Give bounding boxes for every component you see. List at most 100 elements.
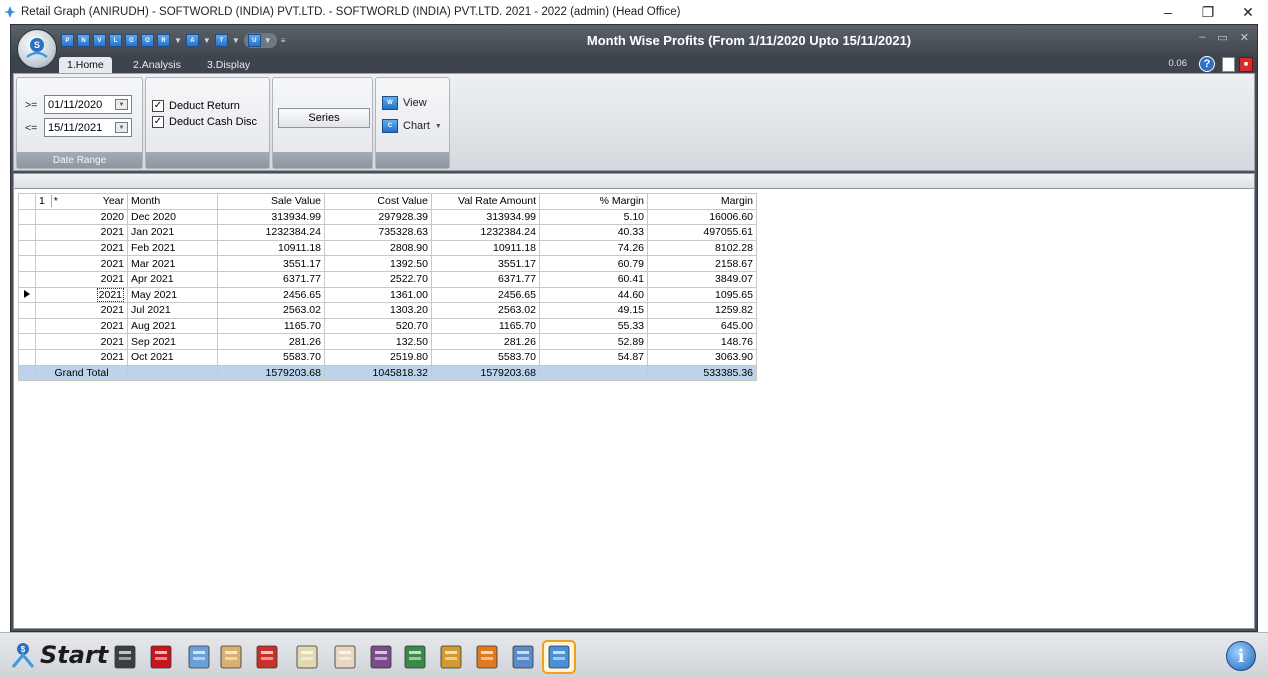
table-row[interactable]: 2020 Dec 2020 313934.99 297928.39 313934.99 5… bbox=[18, 208, 757, 226]
cell-margin[interactable]: 3849.07 bbox=[647, 270, 757, 288]
cell-pct-margin[interactable]: 54.87 bbox=[539, 348, 648, 366]
red-book-icon[interactable] bbox=[146, 642, 176, 672]
cell-val-rate-amount[interactable]: 2456.65 bbox=[431, 286, 540, 304]
cell-year[interactable]: 2021 bbox=[35, 333, 128, 350]
star-indicator[interactable]: * bbox=[50, 195, 58, 208]
pdf-icon[interactable]: ■ bbox=[1239, 57, 1253, 72]
row-selector[interactable] bbox=[18, 270, 36, 288]
cell-sale-value[interactable]: 6371.77 bbox=[217, 270, 325, 288]
column-header-sale-value[interactable]: Sale Value bbox=[217, 193, 325, 210]
tab-analysis[interactable]: 2.Analysis bbox=[125, 57, 189, 73]
cell-year[interactable]: 2021 bbox=[35, 224, 128, 241]
powerpoint-icon[interactable] bbox=[252, 642, 282, 672]
cell-sale-value[interactable]: 2456.65 bbox=[217, 286, 325, 304]
cell-val-rate-amount[interactable]: 313934.99 bbox=[431, 208, 540, 226]
form-close-icon[interactable]: ✕ bbox=[1240, 31, 1249, 44]
cell-year[interactable]: 2021 bbox=[35, 286, 128, 304]
cell-year[interactable]: 2021 bbox=[35, 239, 128, 257]
bottle-icon[interactable] bbox=[184, 642, 214, 672]
pe-document-icon[interactable] bbox=[330, 642, 360, 672]
row-selector[interactable] bbox=[18, 224, 36, 241]
table-row[interactable]: 2021 Oct 2021 5583.70 2519.80 5583.70 54.87 30… bbox=[18, 348, 757, 366]
cell-month[interactable]: Sep 2021 bbox=[127, 333, 218, 350]
row-selector[interactable] bbox=[18, 333, 36, 350]
cell-val-rate-amount[interactable]: 2563.02 bbox=[431, 302, 540, 319]
tools-icon[interactable] bbox=[366, 642, 396, 672]
column-header-month[interactable]: Month bbox=[127, 193, 218, 210]
from-date-picker[interactable]: 01/11/2020 ▼ bbox=[44, 95, 132, 114]
table-row[interactable]: 2021 Jan 2021 1232384.24 735328.63 1232384.2… bbox=[18, 224, 757, 241]
checkbox-checked-icon[interactable]: ✓ bbox=[152, 116, 164, 128]
cell-month[interactable]: Dec 2020 bbox=[127, 208, 218, 226]
cell-cost-value[interactable]: 1303.20 bbox=[324, 302, 432, 319]
cell-val-rate-amount[interactable]: 10911.18 bbox=[431, 239, 540, 257]
to-date-picker[interactable]: 15/11/2021 ▼ bbox=[44, 118, 132, 137]
cell-margin[interactable]: 3063.90 bbox=[647, 348, 757, 366]
cell-cost-value[interactable]: 132.50 bbox=[324, 333, 432, 350]
cell-month[interactable]: Mar 2021 bbox=[127, 255, 218, 272]
cell-cost-value[interactable]: 2522.70 bbox=[324, 270, 432, 288]
cheque-book-icon[interactable] bbox=[216, 642, 246, 672]
tab-display[interactable]: 3.Display bbox=[199, 57, 258, 73]
table-row[interactable]: 2021 Feb 2021 10911.18 2808.90 10911.18 74.26… bbox=[18, 239, 757, 257]
cell-margin[interactable]: 1095.65 bbox=[647, 286, 757, 304]
cell-pct-margin[interactable]: 49.15 bbox=[539, 302, 648, 319]
boxes-icon[interactable] bbox=[472, 642, 502, 672]
cell-cost-value[interactable]: 1392.50 bbox=[324, 255, 432, 272]
restore-icon[interactable]: ❐ bbox=[1188, 0, 1228, 24]
column-header-pct-margin[interactable]: % Margin bbox=[539, 193, 648, 210]
cell-year[interactable]: 2021 bbox=[35, 317, 128, 335]
column-header-margin[interactable]: Margin bbox=[647, 193, 757, 210]
cell-val-rate-amount[interactable]: 281.26 bbox=[431, 333, 540, 350]
document-icon[interactable] bbox=[1222, 57, 1235, 72]
cell-pct-margin[interactable]: 44.60 bbox=[539, 286, 648, 304]
cell-margin[interactable]: 497055.61 bbox=[647, 224, 757, 241]
tab-home[interactable]: 1.Home bbox=[59, 57, 112, 73]
cell-sale-value[interactable]: 2563.02 bbox=[217, 302, 325, 319]
table-row[interactable]: 2021 Apr 2021 6371.77 2522.70 6371.77 60.41 38… bbox=[18, 270, 757, 288]
form-maximize-icon[interactable]: ▭ bbox=[1217, 31, 1227, 44]
row-selector[interactable] bbox=[18, 317, 36, 335]
cell-year[interactable]: 2021 bbox=[35, 255, 128, 272]
cell-year[interactable]: 2021 bbox=[35, 302, 128, 319]
cell-month[interactable]: May 2021 bbox=[127, 286, 218, 304]
money-bag-icon[interactable] bbox=[436, 642, 466, 672]
cell-val-rate-amount[interactable]: 1232384.24 bbox=[431, 224, 540, 241]
cell-month[interactable]: Feb 2021 bbox=[127, 239, 218, 257]
info-icon[interactable]: i bbox=[1226, 641, 1256, 671]
cell-margin[interactable]: 2158.67 bbox=[647, 255, 757, 272]
cell-margin[interactable]: 148.76 bbox=[647, 333, 757, 350]
row-selector[interactable] bbox=[18, 208, 36, 226]
cell-sale-value[interactable]: 1165.70 bbox=[217, 317, 325, 335]
cell-sale-value[interactable]: 281.26 bbox=[217, 333, 325, 350]
cell-month[interactable]: Jan 2021 bbox=[127, 224, 218, 241]
re-document-icon[interactable] bbox=[292, 642, 322, 672]
cell-cost-value[interactable]: 1361.00 bbox=[324, 286, 432, 304]
cell-margin[interactable]: 1259.82 bbox=[647, 302, 757, 319]
column-header-year[interactable]: 1 * Year bbox=[35, 193, 128, 210]
column-header-cost-value[interactable]: Cost Value bbox=[324, 193, 432, 210]
cell-year[interactable]: 2020 bbox=[35, 208, 128, 226]
cell-year[interactable]: 2021 bbox=[35, 270, 128, 288]
cell-month[interactable]: Aug 2021 bbox=[127, 317, 218, 335]
cell-sale-value[interactable]: 1232384.24 bbox=[217, 224, 325, 241]
cell-sale-value[interactable]: 313934.99 bbox=[217, 208, 325, 226]
cell-pct-margin[interactable]: 5.10 bbox=[539, 208, 648, 226]
cell-pct-margin[interactable]: 60.79 bbox=[539, 255, 648, 272]
start-button[interactable]: $ Start bbox=[10, 641, 108, 669]
cell-val-rate-amount[interactable]: 1165.70 bbox=[431, 317, 540, 335]
calculator-icon[interactable] bbox=[110, 642, 140, 672]
row-selector[interactable] bbox=[18, 255, 36, 272]
row-selector[interactable] bbox=[18, 286, 36, 304]
cell-cost-value[interactable]: 297928.39 bbox=[324, 208, 432, 226]
cell-cost-value[interactable]: 520.70 bbox=[324, 317, 432, 335]
cell-val-rate-amount[interactable]: 5583.70 bbox=[431, 348, 540, 366]
cell-cost-value[interactable]: 2519.80 bbox=[324, 348, 432, 366]
row-selector[interactable] bbox=[18, 239, 36, 257]
deduct-cash-disc-checkbox[interactable]: ✓ Deduct Cash Disc bbox=[152, 116, 257, 128]
cell-margin[interactable]: 8102.28 bbox=[647, 239, 757, 257]
table-row[interactable]: 2021 Sep 2021 281.26 132.50 281.26 52.89 148.7… bbox=[18, 333, 757, 350]
cell-val-rate-amount[interactable]: 6371.77 bbox=[431, 270, 540, 288]
calendar-icon[interactable]: ▼ bbox=[115, 99, 128, 110]
profits-grid[interactable]: 1 * Year Month Sale Value Cost Value Val… bbox=[18, 193, 757, 382]
